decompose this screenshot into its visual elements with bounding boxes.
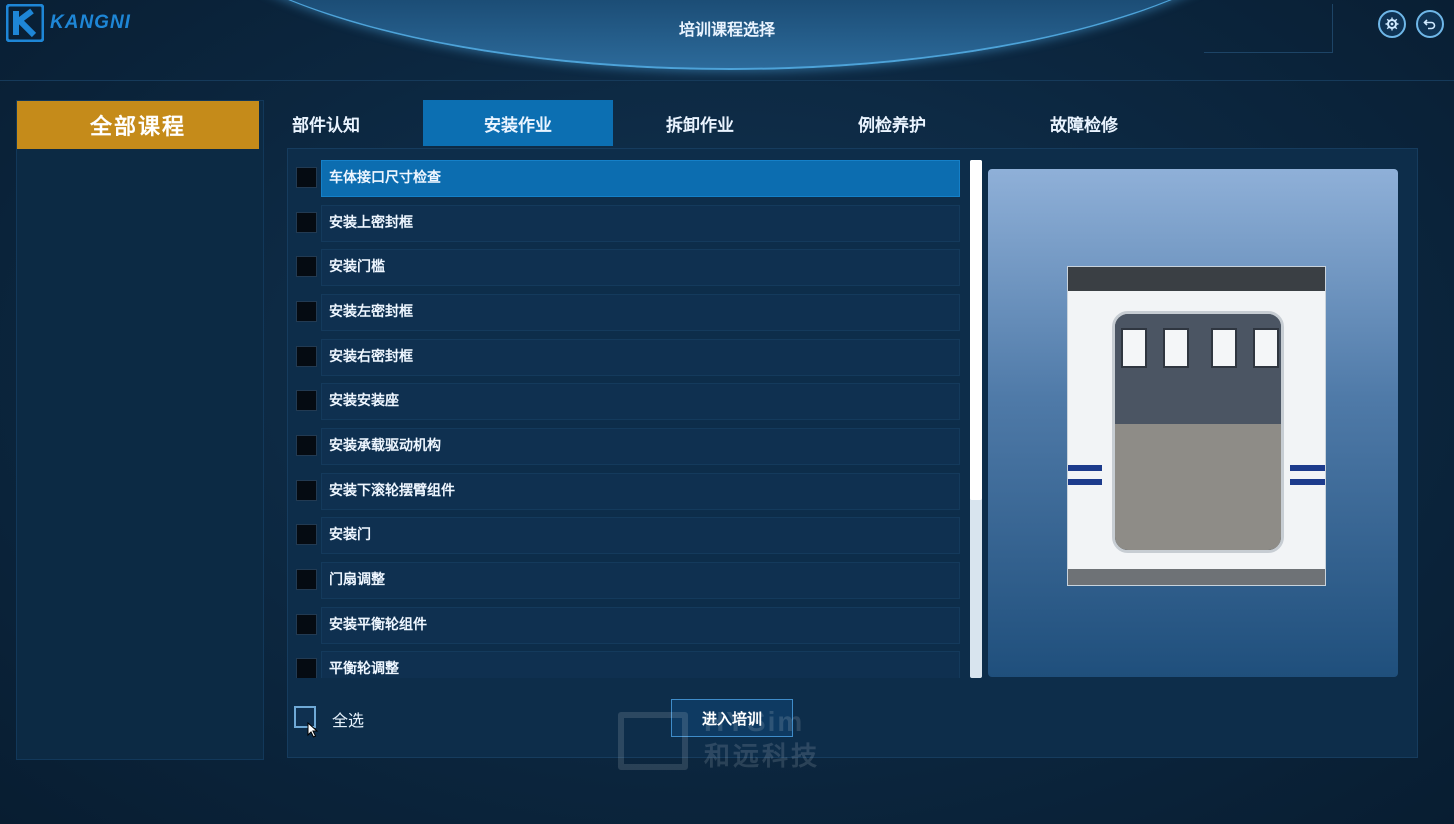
course-label: 平衡轮调整 — [329, 661, 399, 677]
select-all-label: 全选 — [332, 711, 365, 730]
all-courses-button[interactable]: 全部课程 — [17, 101, 259, 149]
course-checkbox[interactable] — [296, 256, 317, 277]
category-sidebar: 全部课程 — [16, 100, 264, 760]
course-label: 安装门 — [329, 527, 371, 543]
watermark-small-logo-icon — [618, 712, 688, 770]
list-item[interactable]: 安装下滚轮摆臂组件 — [296, 473, 962, 510]
course-checkbox[interactable] — [296, 569, 317, 590]
list-item[interactable]: 安装安装座 — [296, 383, 962, 420]
course-checkbox[interactable] — [296, 167, 317, 188]
list-item[interactable]: 安装右密封框 — [296, 339, 962, 376]
gear-icon — [1385, 17, 1399, 31]
course-label: 安装安装座 — [329, 393, 399, 409]
course-preview-image — [988, 169, 1398, 677]
course-checkbox[interactable] — [296, 346, 317, 367]
course-label: 安装下滚轮摆臂组件 — [329, 483, 455, 499]
course-checkbox[interactable] — [296, 480, 317, 501]
watermark-small-brand-en: HYSim — [704, 706, 805, 737]
list-item[interactable]: 车体接口尺寸检查 — [296, 160, 962, 197]
course-label: 安装门槛 — [329, 259, 385, 275]
header: KANGNI 培训课程选择 — [0, 0, 1454, 82]
watermark-small-brand-cn: 和远科技 — [704, 742, 821, 772]
course-label: 安装平衡轮组件 — [329, 617, 427, 633]
list-item[interactable]: 安装左密封框 — [296, 294, 962, 331]
train-door-illustration — [1068, 267, 1325, 585]
course-label: 安装左密封框 — [329, 304, 413, 320]
course-label: 安装右密封框 — [329, 349, 413, 365]
list-item[interactable]: 安装承载驱动机构 — [296, 428, 962, 465]
list-item[interactable]: 安装上密封框 — [296, 205, 962, 242]
back-button[interactable] — [1416, 10, 1444, 38]
course-label: 门扇调整 — [329, 572, 385, 588]
list-item[interactable]: 安装门槛 — [296, 249, 962, 286]
course-label: 安装承载驱动机构 — [329, 438, 441, 454]
course-label: 安装上密封框 — [329, 215, 413, 231]
mouse-cursor-icon — [307, 722, 319, 738]
tab-routine-maintenance[interactable]: 例检养护 — [858, 100, 1048, 146]
list-item[interactable]: 门扇调整 — [296, 562, 962, 599]
header-panel-box — [1204, 4, 1333, 53]
course-checkbox[interactable] — [296, 212, 317, 233]
course-checkbox[interactable] — [296, 524, 317, 545]
course-checkbox[interactable] — [296, 614, 317, 635]
course-label: 车体接口尺寸检查 — [329, 170, 441, 186]
list-item[interactable]: 平衡轮调整 — [296, 651, 962, 678]
tab-installation[interactable]: 安装作业 — [423, 100, 613, 146]
scrollbar-thumb[interactable] — [970, 160, 982, 500]
course-list: 车体接口尺寸检查 安装上密封框 安装门槛 安装左密封框 安装右密封框 安装安装座… — [296, 160, 962, 678]
tab-disassembly[interactable]: 拆卸作业 — [666, 100, 856, 146]
course-checkbox[interactable] — [296, 435, 317, 456]
settings-button[interactable] — [1378, 10, 1406, 38]
course-checkbox[interactable] — [296, 658, 317, 678]
course-checkbox[interactable] — [296, 301, 317, 322]
list-item[interactable]: 安装门 — [296, 517, 962, 554]
return-arrow-icon — [1423, 19, 1436, 30]
list-scrollbar[interactable] — [970, 160, 982, 678]
list-item[interactable]: 安装平衡轮组件 — [296, 607, 962, 644]
course-checkbox[interactable] — [296, 390, 317, 411]
header-divider — [0, 80, 1454, 81]
tab-fault-repair[interactable]: 故障检修 — [1050, 100, 1240, 146]
